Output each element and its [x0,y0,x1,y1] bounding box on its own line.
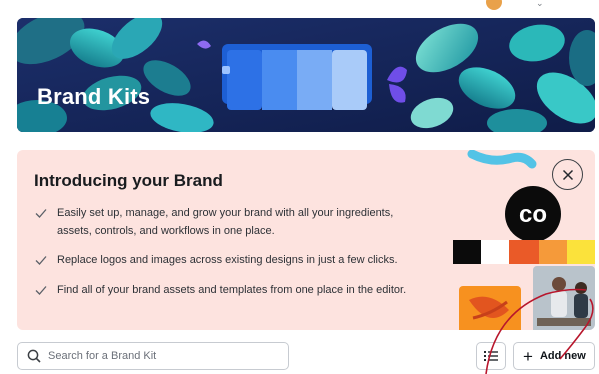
color-swatch [509,240,539,264]
intro-title: Introducing your Brand [34,171,223,190]
search-input-wrapper[interactable] [17,342,289,370]
check-icon [35,286,47,295]
color-swatch [539,240,567,264]
check-icon [35,256,47,265]
feature-text: Find all of your brand assets and templa… [57,284,407,296]
list-item: Easily set up, manage, and grow your bra… [34,204,424,240]
color-swatch [567,240,595,264]
close-button[interactable] [552,159,583,190]
add-new-button[interactable]: + Add new [513,342,595,370]
search-icon [27,349,41,363]
list-item: Find all of your brand assets and templa… [34,281,424,299]
list-view-button[interactable] [476,342,506,370]
search-input[interactable] [48,350,278,362]
list-view-icon [484,351,498,361]
color-swatch [453,240,481,264]
feature-text: Easily set up, manage, and grow your bra… [57,207,394,237]
add-new-label: Add new [539,350,586,362]
brand-kits-banner: Brand Kits [17,18,595,132]
color-swatch [481,240,509,264]
plus-icon: + [523,346,533,366]
banner-illustration [17,18,595,132]
avatar[interactable] [486,0,502,10]
page-title: Brand Kits [37,84,151,109]
chevron-down-icon[interactable]: ⌄ [536,0,544,9]
brand-logo-text: co [519,201,547,228]
close-icon [562,169,573,180]
list-item: Replace logos and images across existing… [34,251,424,269]
feature-text: Replace logos and images across existing… [57,254,398,266]
check-icon [35,209,47,218]
brand-intro-card: Introducing your Brand Easily set up, ma… [17,150,595,330]
feature-list: Easily set up, manage, and grow your bra… [34,204,424,310]
